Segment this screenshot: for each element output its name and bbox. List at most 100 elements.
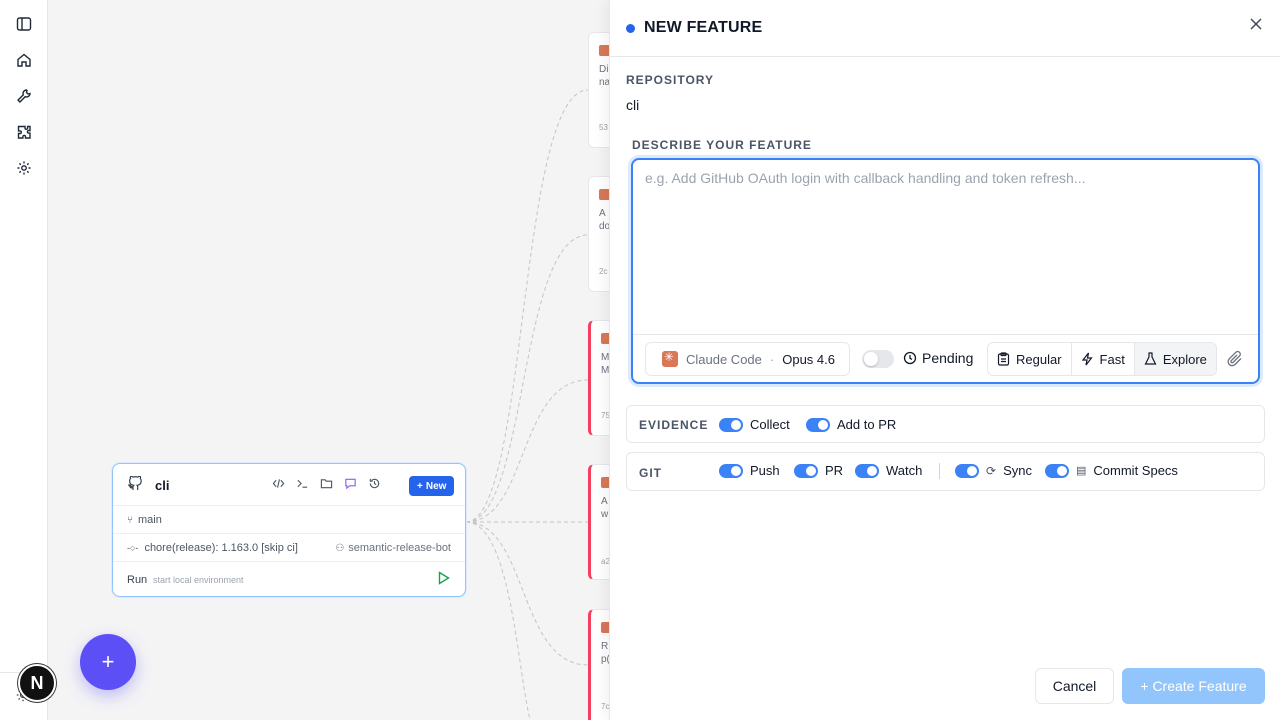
folder-icon[interactable] xyxy=(319,476,334,491)
terminal-icon[interactable] xyxy=(295,476,310,491)
feature-card-meta: a2 xyxy=(601,557,609,566)
repo-name: cli xyxy=(155,478,170,493)
feature-card[interactable]: Aw a2 xyxy=(588,464,609,580)
agent-separator: · xyxy=(769,351,775,367)
git-row: GIT Push PR Watch ⟳ Sync ▤ Commit Specs xyxy=(626,452,1265,491)
pending-indicator: Pending xyxy=(903,350,973,366)
cancel-button[interactable]: Cancel xyxy=(1035,668,1114,704)
feature-card[interactable]: MM 75 xyxy=(588,320,609,436)
add-to-pr-toggle[interactable]: Add to PR xyxy=(806,417,896,432)
mode-label: Regular xyxy=(1016,351,1062,367)
add-fab-button[interactable]: + xyxy=(80,634,136,690)
new-button-label: New xyxy=(425,480,447,492)
feature-description-input[interactable] xyxy=(633,160,1258,334)
feature-card-line1: A xyxy=(599,208,606,219)
graph-canvas[interactable]: Di na 53 Ado 2c MM 75 Aw a2 Rp( 7c cli xyxy=(48,0,609,720)
switch xyxy=(855,463,879,478)
feature-card-line1: M xyxy=(601,352,609,363)
left-rail xyxy=(0,0,48,720)
wrench-icon[interactable] xyxy=(14,86,34,106)
evidence-row: EVIDENCE Collect Add to PR xyxy=(626,405,1265,443)
toggle-label: Add to PR xyxy=(837,417,897,432)
pending-toggle[interactable] xyxy=(862,350,894,368)
attachment-icon[interactable] xyxy=(1226,350,1244,368)
lightning-icon xyxy=(1081,352,1093,366)
toggle-label: Collect xyxy=(750,417,790,432)
claude-logo-icon xyxy=(601,477,609,488)
mode-regular-button[interactable]: Regular xyxy=(988,343,1072,375)
collect-toggle[interactable]: Collect xyxy=(719,417,790,432)
switch xyxy=(719,463,743,478)
claude-logo-icon xyxy=(662,350,678,367)
github-icon xyxy=(128,476,142,490)
feature-card-line2: M xyxy=(601,365,609,376)
play-icon[interactable] xyxy=(435,570,451,586)
feature-card[interactable]: Di na 53 xyxy=(588,32,609,148)
agent-model-select[interactable]: Claude Code · Opus 4.6 xyxy=(645,342,850,376)
commit-specs-toggle[interactable]: ▤ Commit Specs xyxy=(1045,463,1178,478)
repository-value: cli xyxy=(626,97,640,113)
repo-branch-row: ⑂ main xyxy=(113,506,465,534)
history-icon[interactable] xyxy=(367,476,382,491)
new-feature-panel: NEW FEATURE REPOSITORY cli DESCRIBE YOUR… xyxy=(609,0,1280,720)
toggle-label: PR xyxy=(825,463,844,478)
mode-explore-button[interactable]: Explore xyxy=(1134,343,1216,375)
chat-icon[interactable] xyxy=(343,476,358,491)
repo-card[interactable]: cli + New ⑂ main -○- chore(release): 1.163.… xyxy=(112,463,466,597)
repo-commit-row: -○- chore(release): 1.163.0 [skip ci] ⚇ se… xyxy=(113,534,465,562)
toggle-label: Push xyxy=(750,463,780,478)
repo-card-header: cli + New xyxy=(113,464,465,506)
create-feature-button[interactable]: + Create Feature xyxy=(1122,668,1265,704)
feature-card-line1: A xyxy=(601,496,608,507)
clock-icon xyxy=(903,351,917,365)
feature-card[interactable]: Ado 2c xyxy=(588,176,609,292)
describe-box: Claude Code · Opus 4.6 Pending Regular F… xyxy=(631,158,1260,384)
gear-icon[interactable] xyxy=(14,158,34,178)
panel-header: NEW FEATURE xyxy=(610,0,1280,57)
close-icon xyxy=(1250,18,1262,30)
clipboard-icon xyxy=(997,352,1010,366)
agent-name: Claude Code xyxy=(686,351,762,367)
push-toggle[interactable]: Push xyxy=(719,463,780,478)
switch xyxy=(1045,463,1069,478)
code-icon[interactable] xyxy=(271,476,286,491)
commit-author: semantic-release-bot xyxy=(348,542,451,554)
pending-label: Pending xyxy=(922,350,974,366)
branch-icon: ⑂ xyxy=(127,514,133,526)
plus-icon: + xyxy=(417,480,423,492)
sync-toggle[interactable]: ⟳ Sync xyxy=(955,463,1032,478)
run-label: Run xyxy=(127,574,148,586)
panel-title: NEW FEATURE xyxy=(644,19,763,36)
status-dot xyxy=(626,24,635,33)
avatar-letter: N xyxy=(30,672,44,693)
branch-name: main xyxy=(138,514,162,526)
avatar[interactable]: N xyxy=(18,664,56,702)
feature-card-meta: 7c xyxy=(601,702,609,711)
toggle-label: Commit Specs xyxy=(1093,463,1178,478)
plus-icon: + xyxy=(101,649,115,674)
feature-card-line2: p( xyxy=(601,654,609,665)
home-icon[interactable] xyxy=(14,50,34,70)
watch-toggle[interactable]: Watch xyxy=(855,463,922,478)
claude-logo-icon xyxy=(599,45,609,56)
commit-message: chore(release): 1.163.0 [skip ci] xyxy=(144,542,298,554)
switch xyxy=(719,417,743,432)
switch xyxy=(794,463,818,478)
sidebar-toggle-icon[interactable] xyxy=(14,14,34,34)
commit-icon: -○- xyxy=(127,543,139,553)
feature-card-line1: Di xyxy=(599,64,609,75)
new-feature-button[interactable]: + New xyxy=(409,476,455,496)
sync-icon: ⟳ xyxy=(986,463,997,478)
feature-card-line2: na xyxy=(599,77,609,88)
feature-card-line2: w xyxy=(601,509,609,520)
switch xyxy=(806,417,830,432)
mode-selector: Regular Fast Explore xyxy=(987,342,1217,376)
mode-fast-button[interactable]: Fast xyxy=(1072,343,1135,375)
mode-label: Explore xyxy=(1162,351,1207,367)
feature-card-line2: do xyxy=(599,221,609,232)
puzzle-icon[interactable] xyxy=(14,122,34,142)
git-label: GIT xyxy=(639,466,662,480)
close-button[interactable] xyxy=(1246,14,1266,34)
feature-card[interactable]: Rp( 7c xyxy=(588,609,609,720)
pr-toggle[interactable]: PR xyxy=(794,463,843,478)
